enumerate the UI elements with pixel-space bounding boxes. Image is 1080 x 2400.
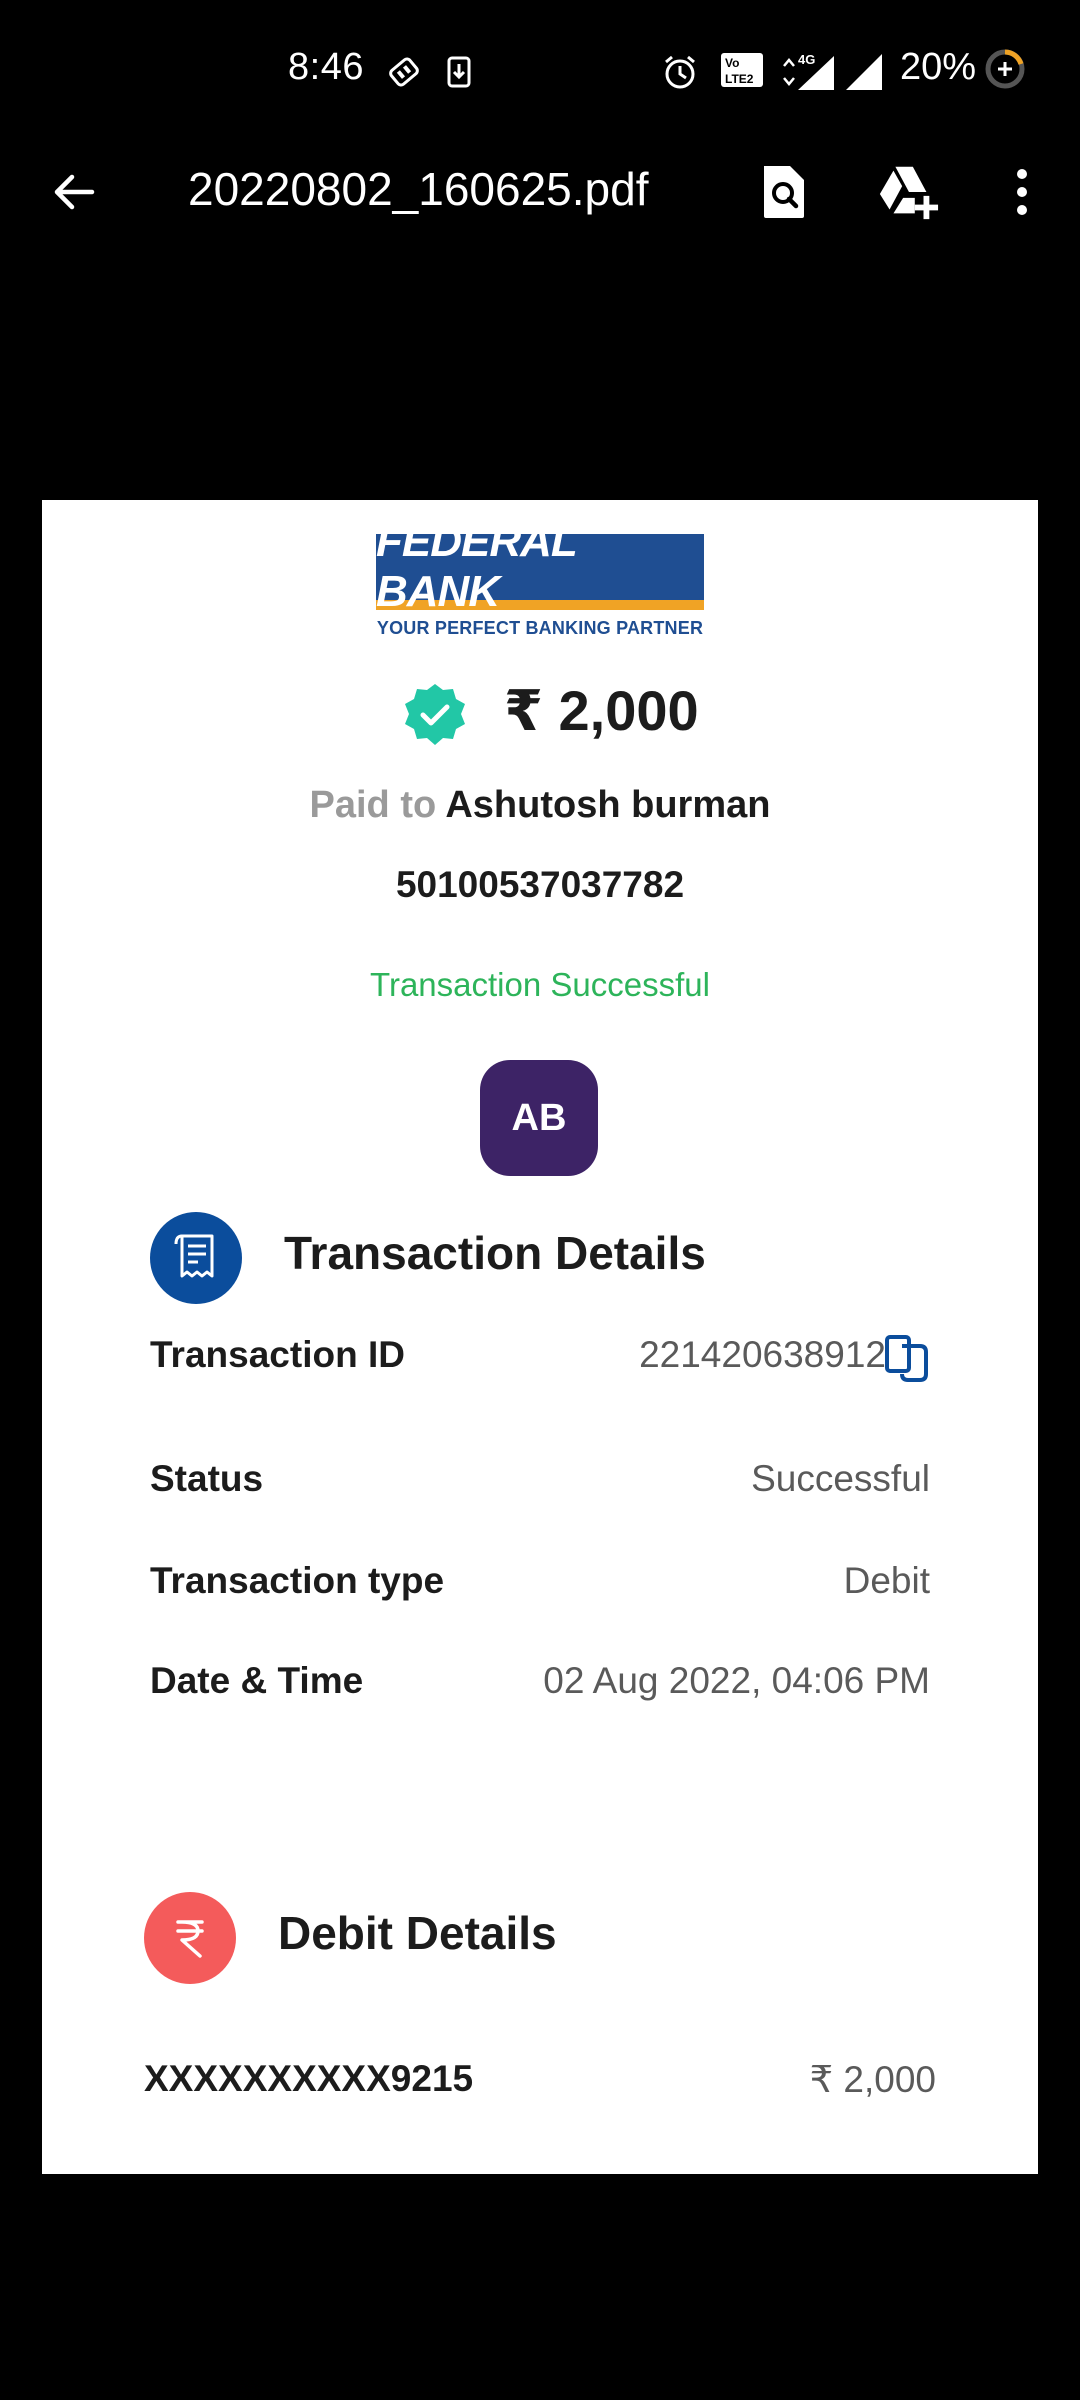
transaction-id-value[interactable]: 221420638912 [639, 1334, 886, 1376]
transaction-details-header: Transaction Details [150, 1212, 750, 1304]
back-arrow-icon [54, 174, 95, 210]
debit-account-row: XXXXXXXXXX9215 ₹ 2,000 [144, 2058, 936, 2108]
rupee-icon-badge [144, 1892, 236, 1984]
avatar-initials: AB [511, 1096, 567, 1139]
rupee-icon [176, 1920, 204, 1958]
debit-account-number: XXXXXXXXXX9215 [144, 2058, 474, 2099]
svg-text:Vo: Vo [725, 56, 739, 70]
status-bar: 8:46 Vo LTE2 4G 20% [0, 0, 1080, 140]
transaction-type-row: Transaction type Debit [150, 1560, 930, 1610]
add-to-drive-icon [879, 166, 939, 220]
status-value: Successful [751, 1458, 930, 1499]
receipt-icon [174, 1234, 214, 1278]
svg-text:LTE2: LTE2 [725, 72, 754, 86]
back-button[interactable] [46, 164, 102, 220]
payee-name: Ashutosh burman [445, 784, 771, 826]
payment-amount: ₹ 2,000 [504, 679, 699, 742]
transaction-details-title: Transaction Details [284, 1227, 706, 1279]
signal-icon [846, 54, 882, 90]
debit-amount: ₹ 2,000 [809, 2059, 936, 2100]
volte-icon: Vo LTE2 [721, 53, 763, 87]
search-document-icon [764, 166, 804, 218]
download-icon [447, 56, 471, 88]
bank-logo-box: FEDERAL BANK [376, 517, 704, 616]
date-time-label: Date & Time [150, 1660, 364, 1701]
transaction-type-label: Transaction type [150, 1560, 445, 1601]
debit-details-header: Debit Details [144, 1892, 744, 1984]
alarm-icon [665, 55, 695, 89]
bank-tagline: YOUR PERFECT BANKING PARTNER [376, 618, 704, 638]
more-options-button[interactable] [990, 160, 1054, 224]
status-row: Status Successful [150, 1458, 930, 1508]
add-to-drive-button[interactable] [876, 160, 940, 224]
amount-row: ₹ 2,000 [42, 678, 1038, 748]
status-time: 8:46 [288, 46, 364, 88]
date-time-row: Date & Time 02 Aug 2022, 04:06 PM [150, 1660, 930, 1710]
pdf-page[interactable]: FEDERAL BANK YOUR PERFECT BANKING PARTNE… [42, 500, 1038, 2174]
transaction-type-value: Debit [843, 1560, 930, 1601]
battery-saver-icon [985, 49, 1025, 89]
payee-account-number: 50100537037782 [395, 864, 685, 905]
paid-to-line: Paid to Ashutosh burman [42, 784, 1038, 827]
payee-avatar: AB [480, 1060, 598, 1176]
transaction-id-label: Transaction ID [150, 1334, 405, 1375]
more-vert-icon [1017, 169, 1027, 215]
file-title: 20220802_160625.pdf [188, 163, 649, 215]
verified-check-icon [405, 684, 465, 745]
paid-to-prefix: Paid to [309, 784, 437, 826]
status-label: Status [150, 1458, 264, 1499]
bank-name: FEDERAL BANK [376, 517, 577, 616]
battery-percent: 20% [900, 46, 977, 88]
receipt-icon-badge [150, 1212, 242, 1304]
svg-text:4G: 4G [798, 52, 815, 67]
transaction-id-row: Transaction ID 221420638912 [150, 1334, 886, 1384]
search-document-button[interactable] [752, 160, 816, 224]
debit-details-title: Debit Details [278, 1907, 557, 1959]
signal-4g-icon: 4G [783, 52, 834, 90]
usb-debug-icon [389, 57, 419, 87]
copy-icon[interactable] [884, 1334, 930, 1384]
bank-logo: FEDERAL BANK YOUR PERFECT BANKING PARTNE… [376, 517, 704, 642]
app-bar: 20220802_160625.pdf [0, 140, 1080, 240]
transaction-status-message: Transaction Successful [370, 966, 710, 1003]
date-time-value: 02 Aug 2022, 04:06 PM [543, 1660, 930, 1701]
